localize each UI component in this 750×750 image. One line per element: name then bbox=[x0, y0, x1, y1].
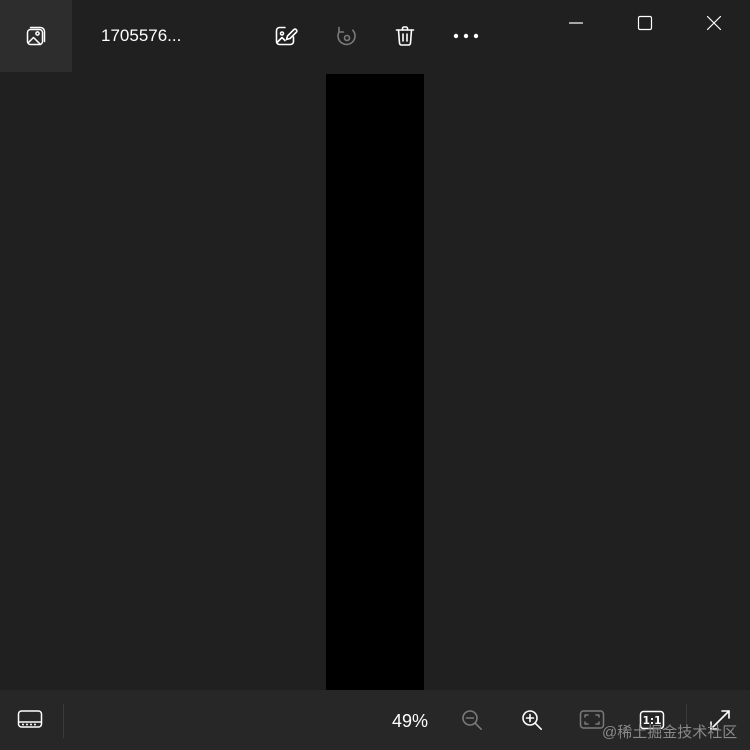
edit-image-button[interactable] bbox=[265, 16, 305, 56]
divider bbox=[63, 704, 64, 738]
zoom-out-icon bbox=[460, 708, 484, 732]
filmstrip-icon bbox=[17, 709, 43, 731]
zoom-level[interactable]: 49% bbox=[386, 711, 434, 731]
gallery-button[interactable] bbox=[0, 0, 72, 72]
maximize-icon bbox=[637, 15, 653, 31]
photos-window: 1705576... 49% 1:1 @稀土掘金技术社区 bbox=[0, 0, 750, 750]
rotate-icon bbox=[333, 23, 359, 49]
delete-button[interactable] bbox=[385, 16, 425, 56]
zoom-in-button[interactable] bbox=[512, 700, 552, 740]
maximize-button[interactable] bbox=[611, 0, 679, 46]
close-icon bbox=[706, 15, 722, 31]
zoom-out-button[interactable] bbox=[452, 700, 492, 740]
viewed-image[interactable] bbox=[326, 74, 424, 690]
edit-image-icon bbox=[272, 23, 298, 49]
image-canvas[interactable] bbox=[0, 72, 750, 690]
rotate-button[interactable] bbox=[326, 16, 366, 56]
watermark: @稀土掘金技术社区 bbox=[602, 724, 738, 741]
minimize-button[interactable] bbox=[542, 0, 610, 46]
file-title: 1705576... bbox=[101, 26, 182, 45]
close-button[interactable] bbox=[680, 0, 748, 46]
trash-icon bbox=[393, 24, 417, 48]
filmstrip-button[interactable] bbox=[10, 700, 50, 740]
title-bar: 1705576... bbox=[0, 0, 750, 72]
more-options-icon bbox=[452, 32, 480, 40]
photo-gallery-icon bbox=[24, 24, 48, 48]
zoom-in-icon bbox=[520, 708, 544, 732]
more-options-button[interactable] bbox=[446, 16, 486, 56]
minimize-icon bbox=[568, 15, 584, 31]
